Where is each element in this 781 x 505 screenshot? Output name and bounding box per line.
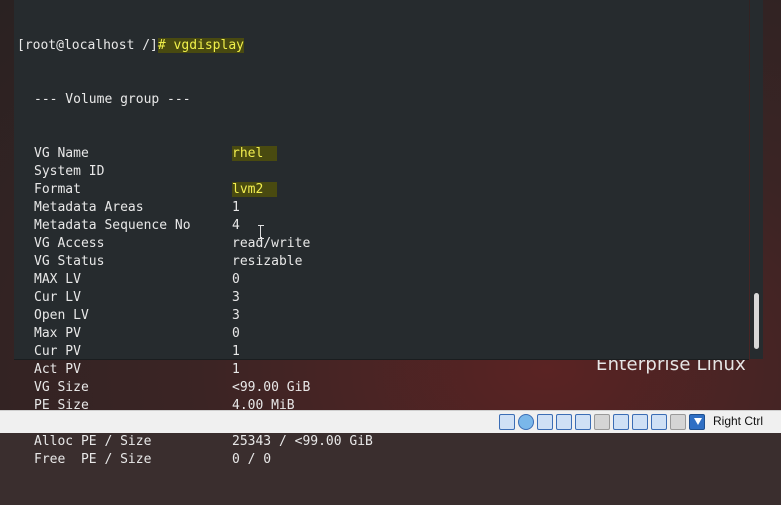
vg-row-value: 3 — [232, 290, 240, 305]
scrollbar-thumb[interactable] — [754, 293, 759, 349]
vg-row-value: rhel — [232, 146, 278, 161]
vg-row-value: <99.00 GiB — [232, 380, 311, 395]
vg-row: VG Status resizable — [17, 253, 735, 271]
vg-row: MAX LV 0 — [17, 271, 735, 289]
vg-row-key: VG Name — [34, 146, 89, 161]
vg-row-key: VG Size — [34, 380, 89, 395]
network-icon[interactable] — [556, 414, 572, 430]
vg-row-key: MAX LV — [34, 272, 81, 287]
vg-row-value: 0 / 0 — [232, 452, 272, 467]
vg-row: Act PV 1 — [17, 361, 735, 379]
vm-status-bar: Right Ctrl — [0, 410, 781, 433]
vg-row-key: Metadata Areas — [34, 200, 144, 215]
vg-row-key: VG Status — [34, 254, 105, 269]
vg-row: Metadata Areas 1 — [17, 199, 735, 217]
volume-group-header: --- Volume group --- — [34, 92, 191, 107]
vg-row: VG Size <99.00 GiB — [17, 379, 735, 397]
vg-row-key: VG Access — [34, 236, 105, 251]
vg-row-value: read/write — [232, 236, 311, 251]
mouse-integration-icon[interactable] — [670, 414, 686, 430]
vg-row-key: Cur LV — [34, 290, 81, 305]
terminal-scrollbar[interactable] — [750, 0, 763, 359]
vg-row-value: 1 — [232, 200, 240, 215]
vg-row-key: Cur PV — [34, 344, 81, 359]
vg-row: Cur PV 1 — [17, 343, 735, 361]
vg-row: Free PE / Size 0 / 0 — [17, 451, 735, 469]
audio-icon[interactable] — [537, 414, 553, 430]
hard-disk-icon[interactable] — [499, 414, 515, 430]
section-header: --- Volume group --- — [17, 91, 735, 109]
shared-folders-icon[interactable] — [594, 414, 610, 430]
display-icon[interactable] — [613, 414, 629, 430]
vg-row: Cur LV 3 — [17, 289, 735, 307]
status-icons — [499, 414, 705, 430]
vg-row-value: 1 — [232, 344, 240, 359]
vg-row: VG Name rhel — [17, 145, 735, 163]
usb-icon[interactable] — [575, 414, 591, 430]
vg-row-key: Free PE / Size — [34, 452, 152, 467]
vg-row: Format lvm2 — [17, 181, 735, 199]
video-capture-icon[interactable] — [632, 414, 648, 430]
vg-row: Alloc PE / Size 25343 / <99.00 GiB — [17, 433, 735, 451]
vg-row-value: resizable — [232, 254, 303, 269]
vg-row-key: Format — [34, 182, 81, 197]
virtualization-icon[interactable] — [651, 414, 667, 430]
command-line: [root@localhost /]# vgdisplay — [17, 37, 735, 55]
vg-row-value: 0 — [232, 272, 240, 287]
shell-prompt: [root@localhost /] — [17, 38, 158, 53]
terminal-window[interactable]: [root@localhost /]# vgdisplay --- Volume… — [14, 0, 763, 467]
vg-row: System ID — [17, 163, 735, 181]
vg-row-key: Act PV — [34, 362, 81, 377]
text-cursor-icon — [258, 225, 266, 239]
optical-drive-icon[interactable] — [518, 414, 534, 430]
host-key-label: Right Ctrl — [712, 414, 763, 428]
vg-row-key: Max PV — [34, 326, 81, 341]
vg-row-key: Alloc PE / Size — [34, 434, 152, 449]
vg-row: VG Access read/write — [17, 235, 735, 253]
vg-row-key: System ID — [34, 164, 105, 179]
vg-row: Max PV 0 — [17, 325, 735, 343]
vg-row-value: lvm2 — [232, 182, 278, 197]
vg-row-key: Metadata Sequence No — [34, 218, 191, 233]
vg-row: Open LV 3 — [17, 307, 735, 325]
command-text: # vgdisplay — [157, 38, 244, 53]
vg-row-value: 25343 / <99.00 GiB — [232, 434, 373, 449]
vg-row-value: 4 — [232, 218, 240, 233]
vg-row-value: 0 — [232, 326, 240, 341]
vg-row: Metadata Sequence No 4 — [17, 217, 735, 235]
vg-row-value: 1 — [232, 362, 240, 377]
vg-row-key: Open LV — [34, 308, 89, 323]
vg-row-value: 3 — [232, 308, 240, 323]
keyboard-capture-icon[interactable] — [689, 414, 705, 430]
